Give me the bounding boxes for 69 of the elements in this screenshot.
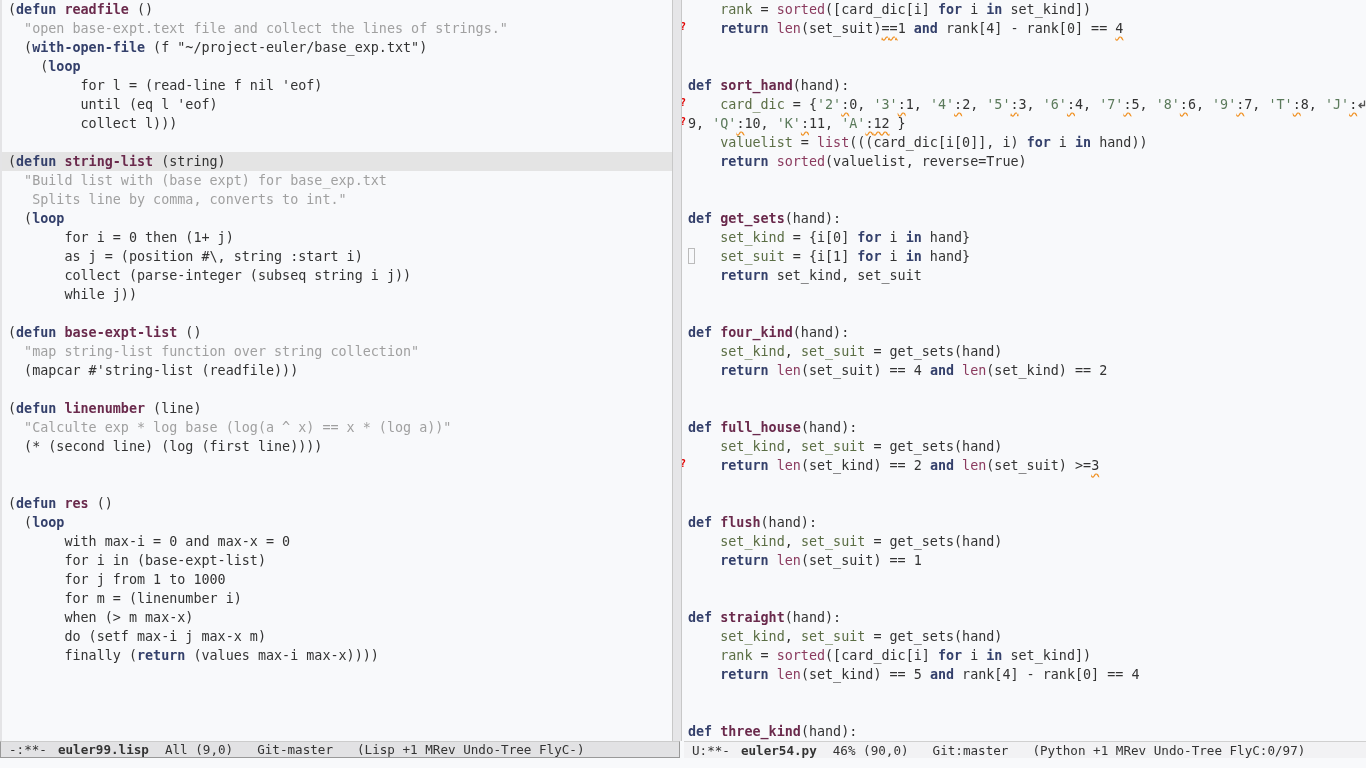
code-line: finally (return (values max-i max-x)))) <box>63 647 379 665</box>
code-line: (defun res () <box>8 495 113 513</box>
buffer-name: euler54.py <box>740 742 817 758</box>
code-line: def straight(hand): <box>688 609 842 627</box>
code-line: set_suit = {i[1] for i in hand} <box>719 248 971 266</box>
cursor-position: 46% (90,0) <box>832 742 909 758</box>
code-line: for i = 0 then (1+ j) <box>63 229 234 247</box>
code-line: return len(set_kind) == 5 and rank[4] - rank[0] == 4 <box>719 666 1140 684</box>
code-line: def get_sets(hand): <box>688 210 842 228</box>
code-line: set_kind = {i[0] for i in hand} <box>719 229 971 247</box>
code-line: return sorted(valuelist, reverse=True) <box>719 153 1027 171</box>
code-line: (loop <box>39 58 81 76</box>
code-line: set_kind, set_suit = get_sets(hand) <box>719 343 1003 361</box>
code-line: for m = (linenumber i) <box>63 590 242 608</box>
mode-list: (Python +1 MRev Undo-Tree FlyC:0/97) <box>1032 742 1306 758</box>
code-line: for j from 1 to 1000 <box>63 571 226 589</box>
code-line: do (setf max-i j max-x m) <box>63 628 266 646</box>
code-line: (mapcar #'string-list (readfile))) <box>23 362 299 380</box>
buffer-name: euler99.lisp <box>57 742 149 757</box>
code-line: 9, 'Q':10, 'K':11, 'A':12 } <box>688 115 906 133</box>
code-line: set_kind, set_suit = get_sets(hand) <box>719 533 1003 551</box>
buffer-state: -:**- <box>9 742 47 757</box>
code-line: rank = sorted([card_dic[i] for i in set_kind]) <box>719 647 1092 665</box>
code-line: set_kind, set_suit = get_sets(hand) <box>719 628 1003 646</box>
code-line: (loop <box>23 514 65 532</box>
code-line: set_kind, set_suit = get_sets(hand) <box>719 438 1003 456</box>
code-line: for l = (read-line f nil 'eof) <box>79 77 323 95</box>
code-line: "open base-expt.text file and collect the lines of strings." <box>23 20 508 38</box>
code-line: until (eq l 'eof) <box>79 96 218 114</box>
code-line: for i in (base-expt-list) <box>63 552 266 570</box>
code-line: when (> m max-x) <box>63 609 194 627</box>
code-line: def three_kind(hand): <box>688 723 858 741</box>
error-marker: ? <box>682 96 687 110</box>
vc-branch: Git-master <box>257 742 333 757</box>
code-line: (with-open-file (f "~/project-euler/base_exp.txt") <box>23 39 428 57</box>
code-line: rank = sorted([card_dic[i] for i in set_kind]) <box>719 1 1092 19</box>
code-line: while j)) <box>63 286 137 304</box>
code-line: (defun linenumber (line) <box>8 400 202 418</box>
code-line: def flush(hand): <box>688 514 817 532</box>
code-line: return len(set_suit)==1 and rank[4] - rank[0] == 4 <box>719 20 1124 38</box>
code-line: card_dic = {'2':0, '3':1, '4':2, '5':3, '6':4, '7':5, '8':6, '9':7, 'T':8, 'J': <box>719 96 1358 114</box>
code-line: "map string-list function over string collection" <box>23 343 420 361</box>
code-line: with max-i = 0 and max-x = 0 <box>63 533 291 551</box>
code-line: return len(set_suit) == 4 and len(set_kind) == 2 <box>719 362 1108 380</box>
code-line: (* (second line) (log (first line)))) <box>23 438 323 456</box>
buffer-state: U:**- <box>692 742 730 758</box>
code-line: def full_house(hand): <box>688 419 858 437</box>
error-marker: ? <box>682 115 687 129</box>
cursor-position: All (9,0) <box>164 742 234 757</box>
code-line: "Build list with (base expt) for base_exp.txt <box>23 172 387 190</box>
code-line: valuelist = list(((card_dic[i[0]], i) for i in hand)) <box>719 134 1148 152</box>
error-marker: ? <box>682 20 687 34</box>
code-line: Splits line by comma, converts to int." <box>31 191 347 209</box>
code-line: return set_kind, set_suit <box>719 267 922 285</box>
code-line: as j = (position #\, string :start i) <box>63 248 363 266</box>
code-line: def sort_hand(hand): <box>688 77 850 95</box>
code-line: (loop <box>23 210 65 228</box>
code-line: (defun base-expt-list () <box>8 324 202 342</box>
mode-list: (Lisp +1 MRev Undo-Tree FlyC-) <box>357 742 585 757</box>
code-line: return len(set_suit) == 1 <box>719 552 922 570</box>
vc-branch: Git:master <box>932 742 1009 758</box>
code-line: (defun readfile () <box>8 1 154 19</box>
code-line: def four_kind(hand): <box>688 324 850 342</box>
code-line: collect (parse-integer (subseq string i j)) <box>63 267 412 285</box>
code-line: collect l))) <box>79 115 178 133</box>
code-line: "Calculte exp * log base (log(a ^ x) == x * (log a))" <box>23 419 452 437</box>
code-line: return len(set_kind) == 2 and len(set_suit) >=3 <box>719 457 1100 475</box>
code-line: (defun string-list (string) <box>8 153 226 171</box>
error-marker: ? <box>682 457 687 471</box>
